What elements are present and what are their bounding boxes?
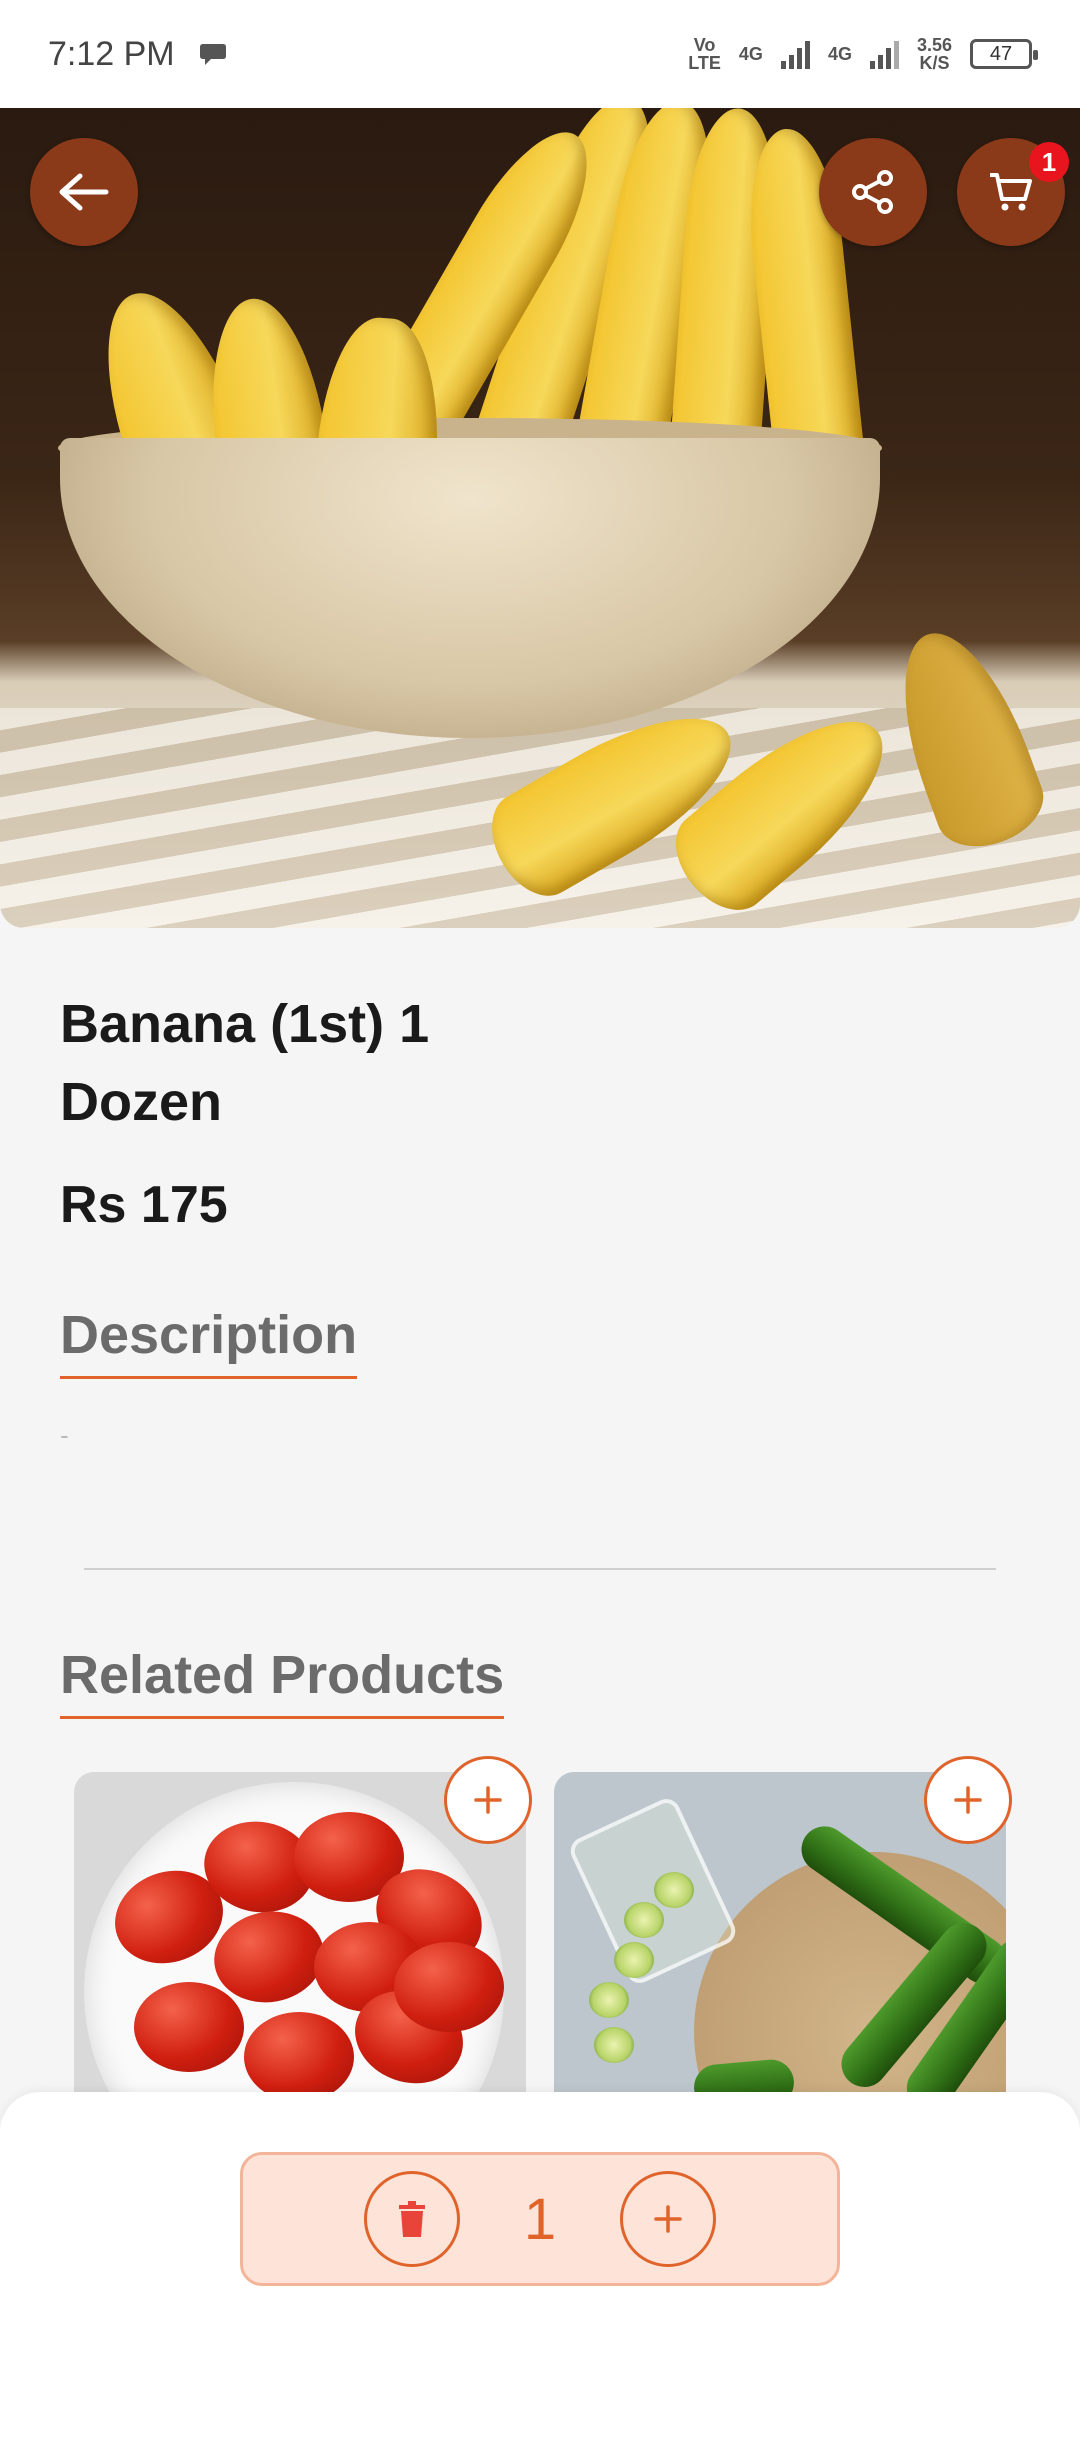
add-related-product-button-2[interactable] [924, 1756, 1012, 1844]
arrow-left-icon [59, 173, 109, 211]
plus-icon [654, 2205, 682, 2233]
divider [84, 1568, 996, 1570]
remove-from-cart-button[interactable] [364, 2171, 460, 2267]
product-image [0, 108, 1080, 928]
cart-bottom-sheet: 1 [0, 2092, 1080, 2460]
product-title: Banana (1st) 1 Dozen [60, 994, 430, 1132]
status-right: Vo LTE 4G 4G 3.56 K/S 47 [688, 35, 1038, 73]
status-bar: 7:12 PM Vo LTE 4G 4G 3.56 K/S 47 [0, 0, 1080, 108]
quantity-stepper: 1 [240, 2152, 840, 2286]
cart-icon [990, 173, 1032, 211]
chat-bubble-icon [199, 44, 226, 65]
product-price: Rs 175 [60, 1176, 228, 1234]
network-4g-label: 4G [738, 43, 763, 64]
status-left: 7:12 PM [48, 35, 227, 74]
signal-icon [780, 39, 810, 69]
battery-level: 47 [989, 42, 1013, 65]
back-button[interactable] [30, 138, 138, 246]
cart-button[interactable]: 1 [957, 138, 1069, 246]
related-products-heading: Related Products [60, 1640, 505, 1719]
description-text: - [60, 1420, 69, 1450]
quantity-value: 1 [523, 2186, 557, 2252]
add-related-product-button[interactable] [444, 1756, 532, 1844]
plus-icon [474, 1786, 502, 1814]
increment-quantity-button[interactable] [620, 2171, 716, 2267]
description-heading: Description [60, 1300, 358, 1379]
status-time: 7:12 PM [48, 34, 175, 73]
plus-icon [954, 1786, 982, 1814]
trash-icon [399, 2201, 425, 2237]
network-4g-label-2: 4G [827, 43, 852, 64]
share-button[interactable] [819, 138, 927, 246]
battery-icon: 47 [970, 39, 1038, 69]
cart-count-badge: 1 [1029, 142, 1069, 182]
share-icon [852, 170, 893, 214]
network-speed: 3.56 K/S [916, 35, 952, 73]
volte-indicator: Vo LTE [688, 35, 721, 73]
signal-icon-2 [869, 39, 899, 69]
